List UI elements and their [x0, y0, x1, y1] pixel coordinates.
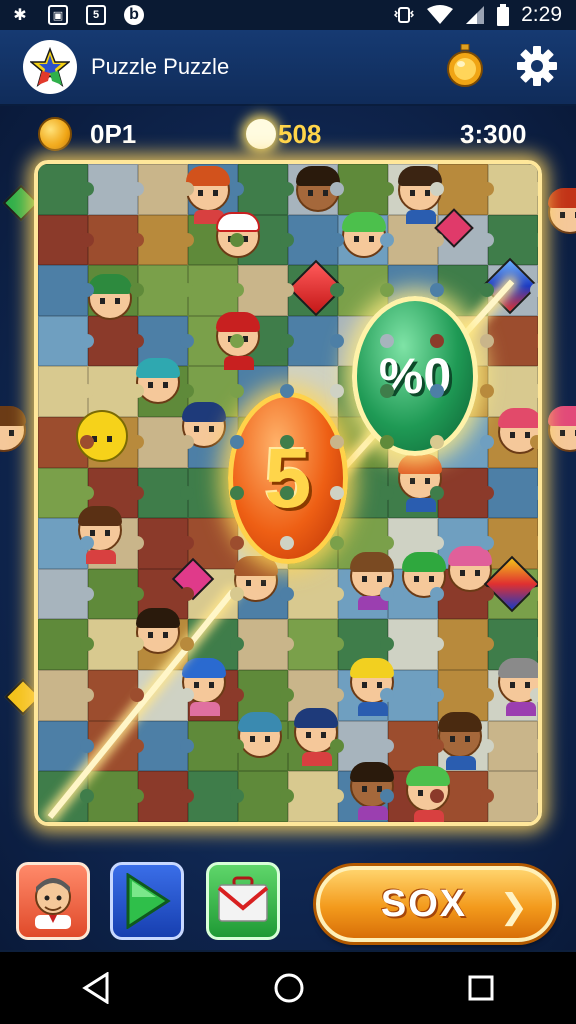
app-box-icon: 5 [86, 5, 106, 25]
puzzle-piece[interactable] [38, 214, 94, 266]
status-bar: ✱ ▣ 5 b 2:29 [0, 0, 576, 30]
puzzle-piece[interactable] [38, 164, 94, 215]
browser-icon: b [124, 5, 144, 25]
puzzle-piece[interactable] [288, 568, 344, 620]
puzzle-piece[interactable] [88, 568, 144, 620]
puzzle-piece[interactable] [38, 720, 94, 772]
puzzle-piece[interactable] [138, 164, 194, 215]
puzzle-piece[interactable] [488, 720, 538, 772]
puzzle-piece[interactable] [338, 164, 394, 215]
puzzle-piece[interactable] [38, 568, 94, 620]
puzzle-piece[interactable] [488, 315, 538, 367]
home-icon[interactable] [273, 972, 305, 1004]
puzzle-piece[interactable] [438, 619, 494, 670]
character-piece[interactable] [136, 358, 180, 404]
puzzle-piece[interactable] [288, 214, 344, 266]
puzzle-piece[interactable] [238, 619, 294, 670]
puzzle-piece[interactable] [138, 467, 194, 519]
puzzle-piece[interactable] [488, 164, 538, 215]
go-button[interactable]: SOX ❯ [316, 866, 556, 942]
puzzle-piece[interactable] [238, 771, 294, 822]
hud-right: 3:300 [460, 112, 527, 156]
vibrate-icon [394, 7, 415, 23]
puzzle-piece[interactable] [38, 315, 94, 367]
bonus-bubble[interactable]: %0 [352, 296, 478, 456]
puzzle-piece[interactable] [438, 467, 494, 519]
puzzle-piece[interactable] [38, 366, 94, 417]
coin-icon [38, 117, 72, 151]
puzzle-piece[interactable] [88, 164, 144, 215]
puzzle-piece[interactable] [288, 771, 344, 822]
puzzle-piece[interactable] [138, 265, 194, 316]
puzzle-piece[interactable] [138, 771, 194, 822]
puzzle-piece[interactable] [188, 265, 244, 316]
wifi-icon [427, 5, 454, 24]
hud-left-value: 0P1 [90, 118, 137, 149]
puzzle-piece[interactable] [488, 467, 538, 519]
image-icon: ▣ [48, 5, 68, 25]
hud-center-value: 508 [278, 118, 322, 149]
puzzle-piece[interactable] [88, 771, 144, 822]
puzzle-board[interactable] [34, 160, 542, 826]
puzzle-piece[interactable] [88, 315, 144, 367]
mail-icon [217, 876, 269, 922]
puzzle-piece[interactable] [188, 771, 244, 822]
settings-icon: ✱ [13, 7, 27, 24]
puzzle-piece[interactable] [88, 366, 144, 417]
signal-icon [466, 6, 485, 24]
puzzle-piece[interactable] [388, 619, 444, 670]
puzzle-piece[interactable] [438, 164, 494, 215]
hud-left: 0P1 [38, 112, 136, 156]
character-button[interactable] [16, 862, 90, 940]
character-icon [35, 878, 71, 929]
play-icon [126, 873, 171, 929]
back-icon[interactable] [81, 972, 111, 1004]
puzzle-piece[interactable] [238, 265, 294, 316]
character-piece[interactable] [342, 212, 386, 258]
chevron-right-icon: ❯ [499, 888, 529, 926]
puzzle-piece[interactable] [38, 467, 94, 519]
puzzle-piece[interactable] [388, 720, 444, 772]
puzzle-piece[interactable] [288, 315, 344, 367]
puzzle-piece[interactable] [38, 669, 94, 721]
app-title: Puzzle Puzzle [91, 54, 230, 79]
puzzle-piece[interactable] [138, 416, 194, 468]
app-bar: Puzzle Puzzle [0, 30, 576, 106]
puzzle-piece[interactable] [138, 720, 194, 772]
character-piece[interactable] [406, 766, 450, 822]
system-nav-bar [0, 952, 576, 1024]
mail-button[interactable] [206, 862, 280, 940]
star-logo-icon[interactable] [23, 40, 77, 94]
gear-icon[interactable] [515, 44, 559, 88]
character-piece[interactable] [88, 274, 132, 320]
clock: 2:29 [521, 3, 562, 26]
puzzle-piece[interactable] [288, 619, 344, 670]
puzzle-piece[interactable] [38, 265, 94, 316]
puzzle-piece[interactable] [88, 619, 144, 670]
glow-coin-icon [246, 119, 276, 149]
battery-icon [497, 4, 510, 26]
puzzle-piece[interactable] [138, 214, 194, 266]
puzzle-piece[interactable] [488, 214, 538, 266]
character-piece[interactable] [438, 712, 482, 770]
puzzle-piece[interactable] [388, 669, 444, 721]
play-button[interactable] [110, 862, 184, 940]
puzzle-piece[interactable] [88, 214, 144, 266]
go-button-label: SOX [380, 882, 468, 925]
hud-right-value: 3:300 [460, 118, 527, 149]
character-piece[interactable] [238, 712, 282, 758]
puzzle-piece[interactable] [38, 619, 94, 670]
coin-shop-icon[interactable] [446, 43, 484, 88]
puzzle-piece[interactable] [138, 518, 194, 569]
hud-center: 508 [246, 112, 321, 156]
recents-icon[interactable] [467, 974, 495, 1002]
puzzle-piece[interactable] [488, 771, 538, 822]
puzzle-piece[interactable] [188, 720, 244, 772]
puzzle-piece[interactable] [238, 164, 294, 215]
